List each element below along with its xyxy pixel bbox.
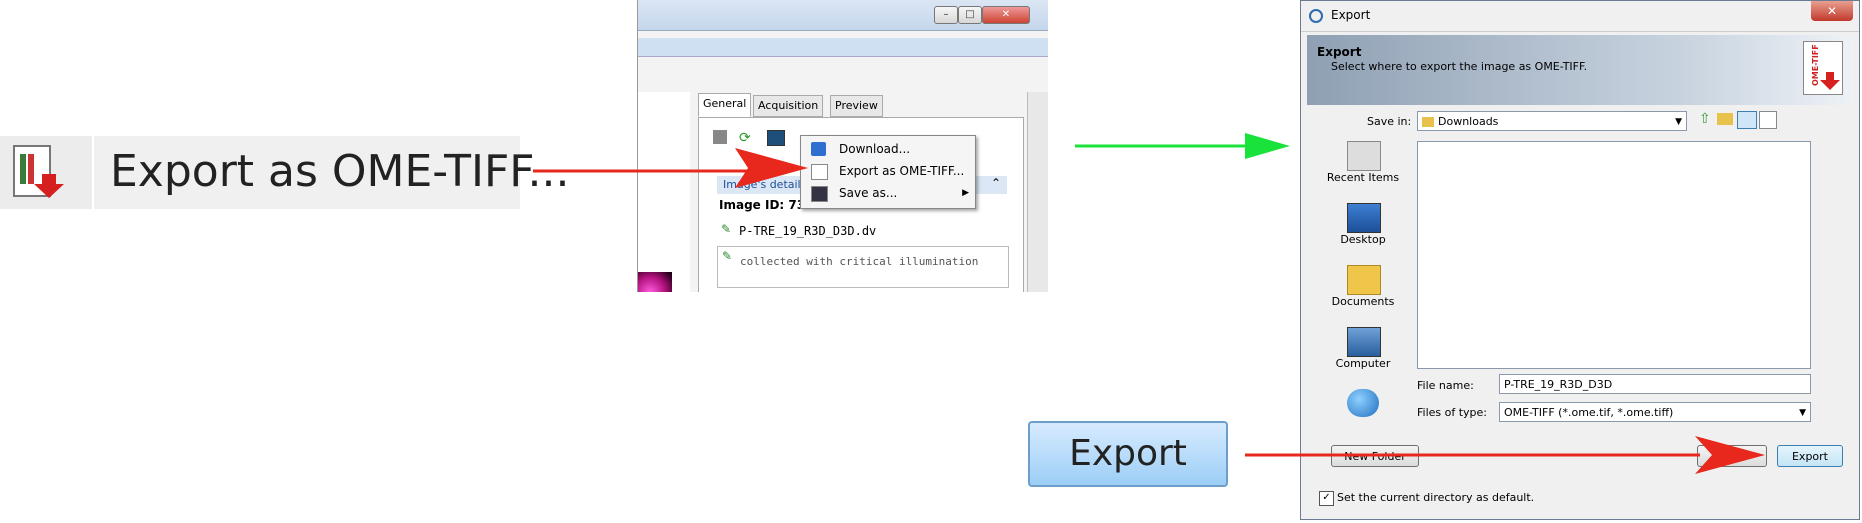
annotation-arrows <box>533 133 1765 474</box>
red-arrow-menu <box>533 148 808 188</box>
green-arrow-to-dialog <box>1075 133 1290 159</box>
red-arrow-export <box>1245 436 1765 474</box>
